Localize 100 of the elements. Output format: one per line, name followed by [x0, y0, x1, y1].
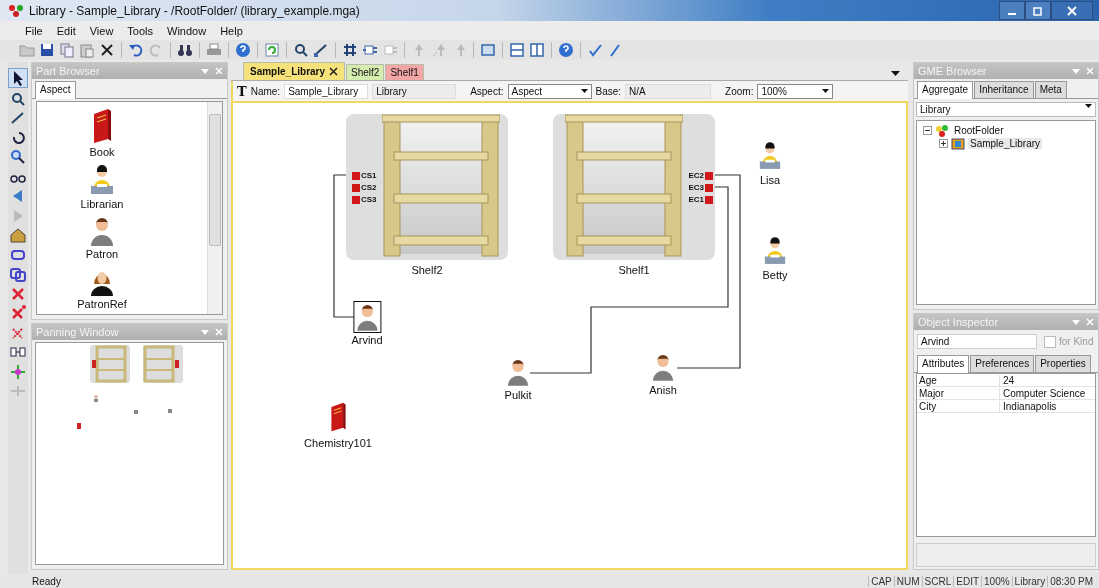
status-indicator: Library: [1011, 575, 1048, 587]
connector-line[interactable]: [676, 174, 741, 369]
filter-dropdown[interactable]: Library: [916, 102, 1096, 117]
home-icon[interactable]: [9, 226, 27, 244]
part-label: Librarian: [80, 198, 124, 210]
shelf-card[interactable]: CS1 CS2 CS3: [346, 114, 508, 260]
panel-title: Part Browser: [36, 65, 101, 77]
name-label: Name:: [250, 85, 281, 97]
node-label: Pulkit: [504, 389, 532, 401]
shelf-label: Shelf2: [411, 264, 443, 276]
zoom-label: Zoom:: [725, 85, 754, 97]
tab[interactable]: Preferences: [970, 355, 1035, 372]
tab[interactable]: Attributes: [917, 355, 970, 373]
port-label: CS2: [361, 182, 377, 192]
tab[interactable]: Properties: [1035, 355, 1091, 372]
menu-item[interactable]: View: [82, 24, 121, 37]
librarian-icon[interactable]: [89, 164, 115, 196]
node-label: Lisa: [759, 174, 781, 186]
expander-icon[interactable]: [939, 139, 948, 148]
pointer-icon[interactable]: [8, 68, 28, 88]
connector-line[interactable]: [529, 186, 729, 374]
status-indicator: EDIT: [953, 575, 982, 587]
menu-item[interactable]: Edit: [49, 24, 83, 37]
tree-item[interactable]: RootFolder: [952, 125, 1006, 136]
status-message: Ready: [32, 575, 61, 587]
shelf-card[interactable]: EC2 EC3 EC1: [553, 114, 715, 260]
tab[interactable]: Meta: [1034, 81, 1067, 98]
base-field: N/A: [625, 83, 712, 99]
zoom-icon[interactable]: [292, 41, 310, 59]
panel-title: Panning Window: [36, 326, 120, 338]
status-indicator: 100%: [981, 575, 1012, 587]
tab[interactable]: Inheritance: [974, 81, 1034, 98]
attribute-value[interactable]: Computer Science: [1000, 387, 1086, 399]
caret-icon: [822, 89, 830, 93]
text-tool-label[interactable]: T: [237, 83, 247, 99]
menu-item[interactable]: Window: [160, 24, 214, 37]
caret-icon: [1085, 104, 1092, 108]
person-icon[interactable]: [89, 216, 115, 246]
kind-field: Library: [372, 83, 457, 99]
document-tab[interactable]: Shelf1: [385, 64, 424, 80]
aspect-label: Aspect:: [470, 85, 504, 97]
close-button[interactable]: [1051, 1, 1093, 20]
caret-icon: [580, 89, 588, 93]
port-label: EC2: [688, 170, 704, 180]
magnifier-icon[interactable]: [9, 148, 27, 166]
attribute-name: Major: [917, 387, 1000, 399]
split-horizontal-icon[interactable]: [508, 41, 526, 59]
help-icon[interactable]: [234, 41, 252, 59]
scroll-bar[interactable]: [207, 102, 222, 314]
name-field[interactable]: Sample_Library: [284, 83, 369, 99]
menu-item[interactable]: Tools: [120, 24, 161, 37]
person-icon[interactable]: [353, 301, 381, 333]
tab[interactable]: Aggregate: [917, 81, 974, 99]
restore-button[interactable]: [1025, 1, 1051, 20]
tree-item[interactable]: Sample_Library: [968, 138, 1043, 149]
tab[interactable]: Aspect: [35, 81, 76, 99]
attribute-name: Age: [917, 374, 1000, 386]
attribute-value[interactable]: 24: [1000, 374, 1015, 386]
model-icon: [951, 137, 965, 150]
status-indicator: CAP: [868, 575, 894, 587]
port-label: EC1: [688, 194, 704, 204]
part-label: Patron: [85, 248, 119, 260]
port-label: CS1: [361, 170, 377, 180]
minimize-button[interactable]: [999, 1, 1025, 20]
panel-title: Object Inspector: [918, 316, 1000, 328]
part-label: PatronRef: [77, 298, 127, 310]
object-name-field[interactable]: Arvind: [917, 334, 1037, 349]
checkbox[interactable]: [1044, 335, 1056, 348]
connector-plus-icon[interactable]: [9, 362, 27, 381]
aspect-dropdown[interactable]: Aspect: [507, 83, 592, 99]
restore-icon: [1032, 5, 1044, 16]
zoom-dropdown[interactable]: 100%: [757, 83, 834, 99]
close-icon: [1066, 5, 1078, 16]
connector-line[interactable]: [333, 174, 355, 318]
save-icon[interactable]: [38, 41, 56, 59]
node-label: Chemistry101: [304, 437, 372, 449]
status-indicator: NUM: [893, 575, 922, 587]
menu-item[interactable]: Help: [213, 24, 250, 37]
node-label: Arvind: [351, 334, 383, 346]
menu-item[interactable]: File: [18, 24, 50, 37]
attribute-name: City: [917, 400, 1000, 412]
node-label: Betty: [762, 269, 788, 281]
attribute-value[interactable]: Indianapolis: [1000, 400, 1057, 412]
loop-icon[interactable]: [9, 265, 27, 283]
shelf-label: Shelf1: [618, 264, 650, 276]
document-tab[interactable]: Sample_Library: [243, 62, 346, 80]
window-icon[interactable]: [479, 41, 497, 59]
close-icon[interactable]: [329, 67, 339, 76]
expander-icon[interactable]: [923, 126, 932, 135]
caret-icon[interactable]: [891, 71, 900, 76]
checkbox-label: for Kind: [1059, 336, 1094, 347]
help-icon[interactable]: [557, 41, 575, 59]
node-label: Anish: [649, 384, 677, 396]
grid-icon[interactable]: [341, 41, 359, 59]
split-vertical-icon[interactable]: [528, 41, 546, 59]
document-tab[interactable]: Shelf2: [346, 64, 385, 80]
refresh-icon[interactable]: [263, 41, 281, 59]
status-indicator: SCRL: [921, 575, 954, 587]
panel-title: GME Browser: [918, 65, 988, 77]
base-label: Base:: [595, 85, 622, 97]
